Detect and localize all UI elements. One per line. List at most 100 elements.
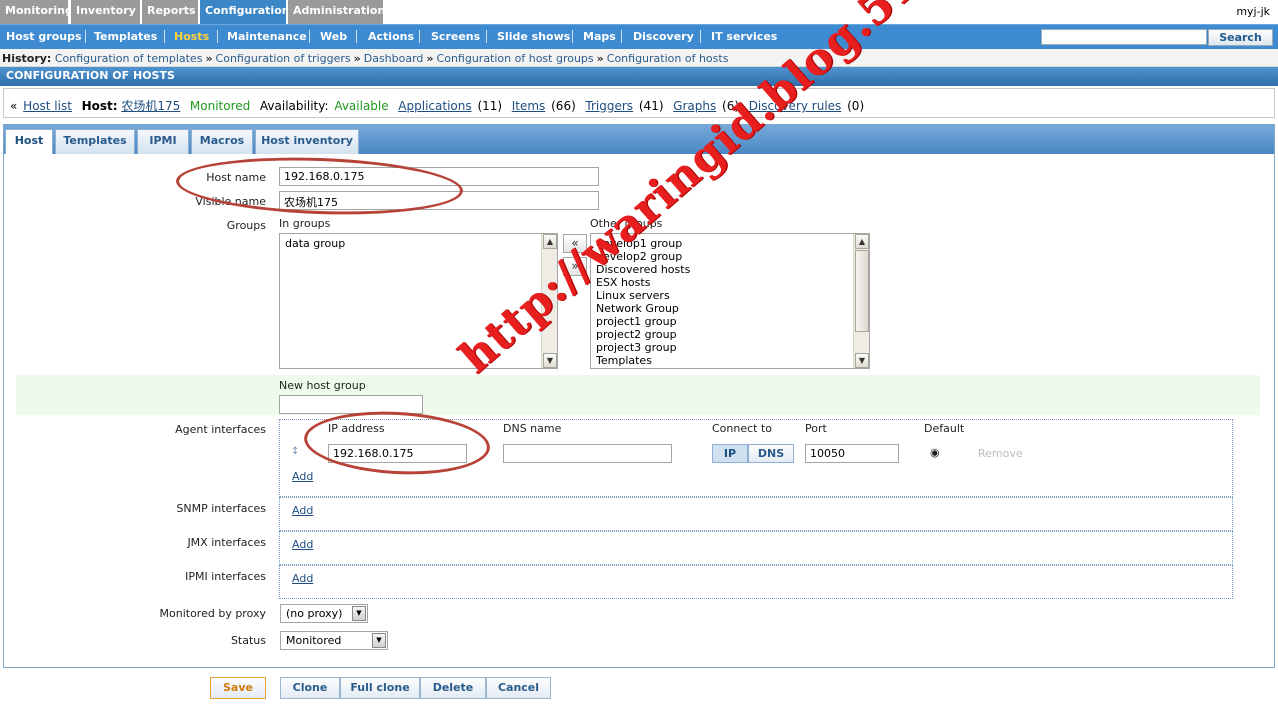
port-header: Port (805, 422, 827, 435)
list-item[interactable]: ESX hosts (591, 276, 869, 289)
history-link[interactable]: Configuration of host groups (437, 52, 594, 65)
menu-inventory[interactable]: Inventory (71, 0, 141, 24)
submenu-actions[interactable]: Actions (368, 30, 414, 43)
submenu-host-groups[interactable]: Host groups (6, 30, 82, 43)
ipmi-interfaces-box (279, 565, 1233, 599)
availability-value: Available (334, 99, 389, 113)
status-label: Status (230, 634, 266, 647)
menu-monitoring[interactable]: Monitoring (0, 0, 73, 24)
new-group-input[interactable] (279, 395, 423, 414)
tab-host[interactable]: Host (5, 129, 53, 154)
full-clone-button[interactable]: Full clone (340, 677, 420, 699)
cancel-button[interactable]: Cancel (486, 677, 551, 699)
menu-administration[interactable]: Administration (288, 0, 385, 24)
scrollbar[interactable]: ▲ ▼ (853, 234, 869, 368)
add-ipmi-interface-link[interactable]: Add (292, 572, 313, 585)
scroll-down-icon[interactable]: ▼ (855, 353, 869, 368)
submenu-slide-shows[interactable]: Slide shows (497, 30, 570, 43)
host-list-link[interactable]: Host list (23, 99, 72, 113)
history-link[interactable]: Configuration of hosts (607, 52, 729, 65)
history-label: History: (2, 52, 52, 65)
submenu-separator (572, 30, 573, 43)
applications-link[interactable]: Applications (398, 99, 471, 113)
connect-dns-button[interactable]: DNS (748, 444, 794, 463)
history-link[interactable]: Configuration of triggers (216, 52, 351, 65)
default-header: Default (924, 422, 965, 435)
status-select[interactable]: Monitored ▼ (280, 631, 388, 650)
submenu-it-services[interactable]: IT services (711, 30, 777, 43)
submenu-separator (700, 30, 701, 43)
search-input[interactable] (1041, 29, 1207, 45)
tab-templates[interactable]: Templates (55, 129, 135, 154)
main-menu: Monitoring Inventory Reports Configurati… (0, 0, 1278, 24)
submenu-separator (309, 30, 310, 43)
clone-button[interactable]: Clone (280, 677, 340, 699)
list-item[interactable]: Discovered hosts (591, 263, 869, 276)
breadcrumb-separator-icon: » (205, 52, 213, 65)
triggers-count: (41) (638, 99, 664, 113)
breadcrumb-separator-icon: » (426, 52, 434, 65)
history-link[interactable]: Configuration of templates (55, 52, 203, 65)
sub-menu: Host groups Templates Hosts Maintenance … (0, 24, 1278, 49)
back-icon: « (10, 99, 18, 113)
graphs-link[interactable]: Graphs (673, 99, 716, 113)
submenu-web[interactable]: Web (320, 30, 347, 43)
default-radio-icon[interactable]: ◉ (930, 446, 940, 459)
menu-reports[interactable]: Reports (142, 0, 199, 24)
breadcrumb: History: Configuration of templates» Conf… (0, 49, 1278, 67)
tab-macros[interactable]: Macros (191, 129, 253, 154)
add-jmx-interface-link[interactable]: Add (292, 538, 313, 551)
jmx-interfaces-label: JMX interfaces (187, 536, 266, 549)
history-link[interactable]: Dashboard (364, 52, 424, 65)
submenu-hosts[interactable]: Hosts (174, 30, 209, 43)
add-agent-interface-link[interactable]: Add (292, 470, 313, 483)
page-title: CONFIGURATION OF HOSTS (0, 67, 1278, 86)
breadcrumb-separator-icon: » (596, 52, 604, 65)
remove-link: Remove (978, 447, 1023, 460)
connect-ip-button[interactable]: IP (712, 444, 748, 463)
agent-dns-input[interactable] (503, 444, 672, 463)
tab-host-inventory[interactable]: Host inventory (255, 129, 359, 154)
connect-to-header: Connect to (712, 422, 773, 435)
submenu-discovery[interactable]: Discovery (633, 30, 694, 43)
submenu-separator (419, 30, 420, 43)
triggers-link[interactable]: Triggers (585, 99, 633, 113)
tabs-bar: Host Templates IPMI Macros Host inventor… (4, 125, 1274, 154)
submenu-maintenance[interactable]: Maintenance (227, 30, 307, 43)
submenu-templates[interactable]: Templates (94, 30, 157, 43)
scroll-up-icon[interactable]: ▲ (855, 234, 869, 249)
list-item[interactable]: Templates (591, 354, 869, 367)
proxy-select[interactable]: (no proxy) ▼ (280, 604, 368, 623)
list-item[interactable]: project1 group (591, 315, 869, 328)
items-count: (66) (551, 99, 576, 113)
chevron-down-icon: ▼ (372, 633, 386, 648)
scroll-down-icon[interactable]: ▼ (543, 353, 557, 368)
delete-button[interactable]: Delete (420, 677, 486, 699)
snmp-interfaces-label: SNMP interfaces (176, 502, 266, 515)
list-item[interactable]: data group (280, 237, 557, 250)
proxy-label: Monitored by proxy (159, 607, 266, 620)
scroll-up-icon[interactable]: ▲ (543, 234, 557, 249)
drag-handle-icon[interactable]: ↕ (291, 446, 299, 457)
submenu-maps[interactable]: Maps (583, 30, 616, 43)
list-item[interactable]: project2 group (591, 328, 869, 341)
menu-configuration[interactable]: Configuration (200, 0, 290, 24)
agent-port-input[interactable]: 10050 (805, 444, 899, 463)
add-snmp-interface-link[interactable]: Add (292, 504, 313, 517)
list-item[interactable]: Linux servers (591, 289, 869, 302)
save-button[interactable]: Save (210, 677, 266, 699)
scroll-thumb[interactable] (855, 250, 869, 332)
applications-count: (11) (477, 99, 503, 113)
agent-interfaces-label: Agent interfaces (175, 423, 266, 436)
list-item[interactable]: Network Group (591, 302, 869, 315)
submenu-separator (486, 30, 487, 43)
list-item[interactable]: project3 group (591, 341, 869, 354)
tab-ipmi[interactable]: IPMI (137, 129, 189, 154)
host-info-bar: « Host list Host: 农场机175 Monitored Avail… (3, 88, 1275, 118)
submenu-screens[interactable]: Screens (431, 30, 480, 43)
host-label: Host: (81, 99, 118, 113)
submenu-separator (621, 30, 622, 43)
host-name-link[interactable]: 农场机175 (121, 99, 180, 113)
search-button[interactable]: Search (1208, 29, 1273, 46)
items-link[interactable]: Items (512, 99, 546, 113)
